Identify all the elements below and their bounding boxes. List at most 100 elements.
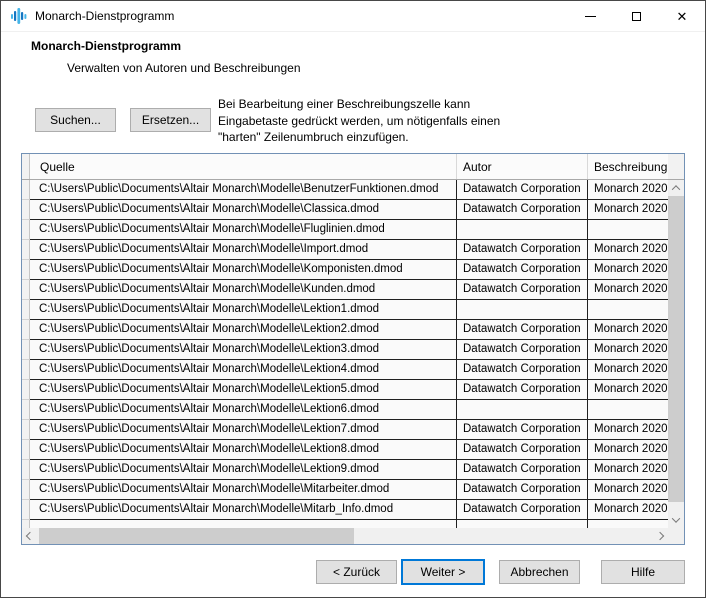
replace-button[interactable]: Ersetzen... bbox=[130, 108, 211, 132]
row-header[interactable] bbox=[22, 180, 30, 200]
row-header[interactable] bbox=[22, 480, 30, 500]
cell-autor[interactable]: Datawatch Corporation bbox=[457, 180, 588, 200]
row-header[interactable] bbox=[22, 260, 30, 280]
row-header[interactable] bbox=[22, 400, 30, 420]
column-header-quelle[interactable]: Quelle bbox=[30, 154, 457, 179]
row-header[interactable] bbox=[22, 280, 30, 300]
vertical-scrollbar[interactable] bbox=[668, 180, 684, 528]
cell-autor[interactable]: Datawatch Corporation bbox=[457, 260, 588, 280]
cell-quelle[interactable]: C:\Users\Public\Documents\Altair Monarch… bbox=[30, 360, 457, 380]
scroll-left-button[interactable] bbox=[22, 528, 38, 544]
table-row[interactable]: C:\Users\Public\Documents\Altair Monarch… bbox=[22, 480, 668, 500]
row-header[interactable] bbox=[22, 460, 30, 480]
cell-beschreibung[interactable]: Monarch 2020. bbox=[588, 440, 668, 460]
cell-beschreibung[interactable]: Monarch 2020. bbox=[588, 460, 668, 480]
table-row[interactable]: C:\Users\Public\Documents\Altair Monarch… bbox=[22, 400, 668, 420]
table-row[interactable]: C:\Users\Public\Documents\Altair Monarch… bbox=[22, 300, 668, 320]
table-row[interactable]: C:\Users\Public\Documents\Altair Monarch… bbox=[22, 440, 668, 460]
table-row[interactable]: C:\Users\Public\Documents\Altair Monarch… bbox=[22, 420, 668, 440]
vertical-scrollbar-thumb[interactable] bbox=[668, 196, 684, 502]
cell-quelle[interactable]: C:\Users\Public\Documents\Altair Monarch… bbox=[30, 460, 457, 480]
cell-quelle[interactable]: C:\Users\Public\Documents\Altair Monarch… bbox=[30, 420, 457, 440]
cell-beschreibung[interactable]: Monarch 2020. bbox=[588, 200, 668, 220]
table-row[interactable]: C:\Users\Public\Documents\Altair Monarch… bbox=[22, 360, 668, 380]
row-header[interactable] bbox=[22, 200, 30, 220]
horizontal-scrollbar-thumb[interactable] bbox=[39, 528, 354, 544]
table-row[interactable]: C:\Users\Public\Documents\Altair Monarch… bbox=[22, 260, 668, 280]
table-row[interactable]: C:\Users\Public\Documents\Altair Monarch… bbox=[22, 220, 668, 240]
cell-beschreibung[interactable]: Monarch 2020. bbox=[588, 380, 668, 400]
cell-autor[interactable]: Datawatch Corporation bbox=[457, 320, 588, 340]
table-row[interactable]: C:\Users\Public\Documents\Altair Monarch… bbox=[22, 200, 668, 220]
cell-beschreibung[interactable]: Monarch 2020. bbox=[588, 320, 668, 340]
row-header[interactable] bbox=[22, 320, 30, 340]
cell-beschreibung[interactable] bbox=[588, 520, 668, 528]
cell-autor[interactable]: Datawatch Corporation bbox=[457, 380, 588, 400]
next-button[interactable]: Weiter > bbox=[401, 559, 485, 585]
close-button[interactable]: ✕ bbox=[659, 1, 705, 31]
cell-quelle[interactable]: C:\Users\Public\Documents\Altair Monarch… bbox=[30, 180, 457, 200]
table-row-partial[interactable] bbox=[22, 520, 668, 528]
cell-quelle[interactable]: C:\Users\Public\Documents\Altair Monarch… bbox=[30, 380, 457, 400]
minimize-button[interactable] bbox=[567, 1, 613, 31]
search-button[interactable]: Suchen... bbox=[35, 108, 116, 132]
cell-autor[interactable]: Datawatch Corporation bbox=[457, 340, 588, 360]
row-header[interactable] bbox=[22, 220, 30, 240]
cell-quelle[interactable]: C:\Users\Public\Documents\Altair Monarch… bbox=[30, 500, 457, 520]
back-button[interactable]: < Zurück bbox=[316, 560, 397, 584]
row-header[interactable] bbox=[22, 340, 30, 360]
cell-quelle[interactable]: C:\Users\Public\Documents\Altair Monarch… bbox=[30, 340, 457, 360]
row-header[interactable] bbox=[22, 360, 30, 380]
row-header[interactable] bbox=[22, 440, 30, 460]
table-row[interactable]: C:\Users\Public\Documents\Altair Monarch… bbox=[22, 340, 668, 360]
cell-autor[interactable] bbox=[457, 520, 588, 528]
cell-autor[interactable] bbox=[457, 300, 588, 320]
cell-beschreibung[interactable]: Monarch 2020. bbox=[588, 260, 668, 280]
cell-autor[interactable] bbox=[457, 400, 588, 420]
cell-beschreibung[interactable]: Monarch 2020. bbox=[588, 180, 668, 200]
cancel-button[interactable]: Abbrechen bbox=[499, 560, 580, 584]
cell-beschreibung[interactable]: Monarch 2020. bbox=[588, 280, 668, 300]
cell-autor[interactable]: Datawatch Corporation bbox=[457, 480, 588, 500]
row-header[interactable] bbox=[22, 300, 30, 320]
cell-autor[interactable]: Datawatch Corporation bbox=[457, 440, 588, 460]
cell-autor[interactable]: Datawatch Corporation bbox=[457, 360, 588, 380]
cell-autor[interactable]: Datawatch Corporation bbox=[457, 420, 588, 440]
cell-quelle[interactable]: C:\Users\Public\Documents\Altair Monarch… bbox=[30, 440, 457, 460]
cell-quelle[interactable]: C:\Users\Public\Documents\Altair Monarch… bbox=[30, 260, 457, 280]
cell-quelle[interactable]: C:\Users\Public\Documents\Altair Monarch… bbox=[30, 400, 457, 420]
cell-beschreibung[interactable] bbox=[588, 300, 668, 320]
cell-beschreibung[interactable]: Monarch 2020. bbox=[588, 480, 668, 500]
table-row[interactable]: C:\Users\Public\Documents\Altair Monarch… bbox=[22, 240, 668, 260]
scroll-right-button[interactable] bbox=[652, 528, 668, 544]
cell-quelle[interactable] bbox=[30, 520, 457, 528]
table-row[interactable]: C:\Users\Public\Documents\Altair Monarch… bbox=[22, 180, 668, 200]
scroll-down-button[interactable] bbox=[668, 512, 684, 528]
table-row[interactable]: C:\Users\Public\Documents\Altair Monarch… bbox=[22, 380, 668, 400]
row-header[interactable] bbox=[22, 500, 30, 520]
column-header-beschreibung[interactable]: Beschreibung bbox=[588, 154, 668, 179]
cell-autor[interactable]: Datawatch Corporation bbox=[457, 200, 588, 220]
help-button[interactable]: Hilfe bbox=[601, 560, 685, 584]
row-header[interactable] bbox=[22, 240, 30, 260]
row-header[interactable] bbox=[22, 380, 30, 400]
cell-autor[interactable]: Datawatch Corporation bbox=[457, 280, 588, 300]
cell-quelle[interactable]: C:\Users\Public\Documents\Altair Monarch… bbox=[30, 320, 457, 340]
cell-beschreibung[interactable]: Monarch 2020. bbox=[588, 340, 668, 360]
cell-beschreibung[interactable] bbox=[588, 220, 668, 240]
titlebar[interactable]: Monarch-Dienstprogramm ✕ bbox=[1, 1, 705, 32]
table-row[interactable]: C:\Users\Public\Documents\Altair Monarch… bbox=[22, 500, 668, 520]
cell-autor[interactable]: Datawatch Corporation bbox=[457, 500, 588, 520]
cell-autor[interactable]: Datawatch Corporation bbox=[457, 240, 588, 260]
row-header[interactable] bbox=[22, 420, 30, 440]
scroll-up-button[interactable] bbox=[668, 180, 684, 196]
table-row[interactable]: C:\Users\Public\Documents\Altair Monarch… bbox=[22, 320, 668, 340]
cell-beschreibung[interactable]: Monarch 2020. bbox=[588, 420, 668, 440]
column-header-autor[interactable]: Autor bbox=[457, 154, 588, 179]
cell-beschreibung[interactable]: Monarch 2020. bbox=[588, 500, 668, 520]
cell-quelle[interactable]: C:\Users\Public\Documents\Altair Monarch… bbox=[30, 240, 457, 260]
cell-beschreibung[interactable] bbox=[588, 400, 668, 420]
cell-quelle[interactable]: C:\Users\Public\Documents\Altair Monarch… bbox=[30, 480, 457, 500]
table-row[interactable]: C:\Users\Public\Documents\Altair Monarch… bbox=[22, 280, 668, 300]
cell-quelle[interactable]: C:\Users\Public\Documents\Altair Monarch… bbox=[30, 220, 457, 240]
